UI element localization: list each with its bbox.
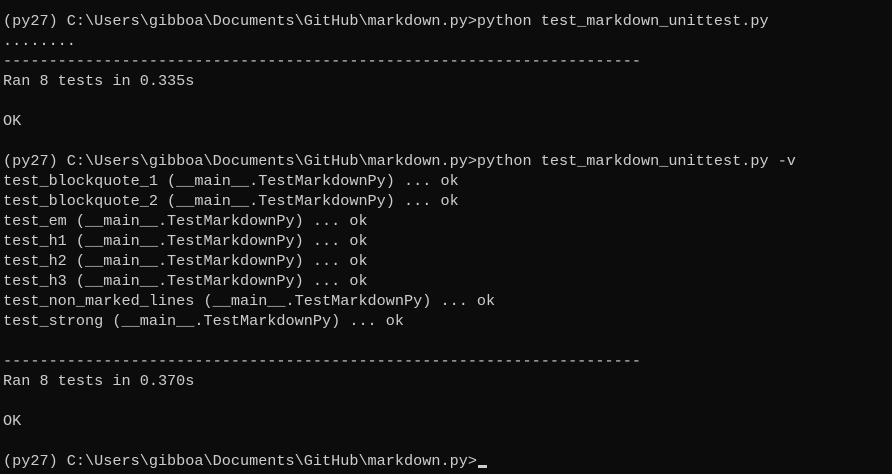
test-status-1: OK <box>3 112 22 130</box>
test-result-line: test_h2 (__main__.TestMarkdownPy) ... ok <box>3 252 368 270</box>
command-prompt: (py27) C:\Users\gibboa\Documents\GitHub\… <box>3 452 477 470</box>
separator-line-1: ----------------------------------------… <box>3 52 641 70</box>
test-result-line: test_blockquote_2 (__main__.TestMarkdown… <box>3 192 459 210</box>
test-result-line: test_blockquote_1 (__main__.TestMarkdown… <box>3 172 459 190</box>
test-summary-2: Ran 8 tests in 0.370s <box>3 372 195 390</box>
test-progress-dots: ........ <box>3 32 76 50</box>
command-prompt-line[interactable]: (py27) C:\Users\gibboa\Documents\GitHub\… <box>3 451 892 471</box>
test-result-line: test_strong (__main__.TestMarkdownPy) ..… <box>3 312 405 330</box>
command-line-1: (py27) C:\Users\gibboa\Documents\GitHub\… <box>3 12 769 30</box>
test-status-2: OK <box>3 412 22 430</box>
text-cursor <box>477 465 487 468</box>
terminal-window[interactable]: (py27) C:\Users\gibboa\Documents\GitHub\… <box>0 0 892 474</box>
command-line-2: (py27) C:\Users\gibboa\Documents\GitHub\… <box>3 152 796 170</box>
test-result-line: test_h3 (__main__.TestMarkdownPy) ... ok <box>3 272 368 290</box>
separator-line-2: ----------------------------------------… <box>3 352 641 370</box>
test-result-line: test_non_marked_lines (__main__.TestMark… <box>3 292 496 310</box>
test-result-line: test_em (__main__.TestMarkdownPy) ... ok <box>3 212 368 230</box>
test-result-line: test_h1 (__main__.TestMarkdownPy) ... ok <box>3 232 368 250</box>
test-summary-1: Ran 8 tests in 0.335s <box>3 72 195 90</box>
